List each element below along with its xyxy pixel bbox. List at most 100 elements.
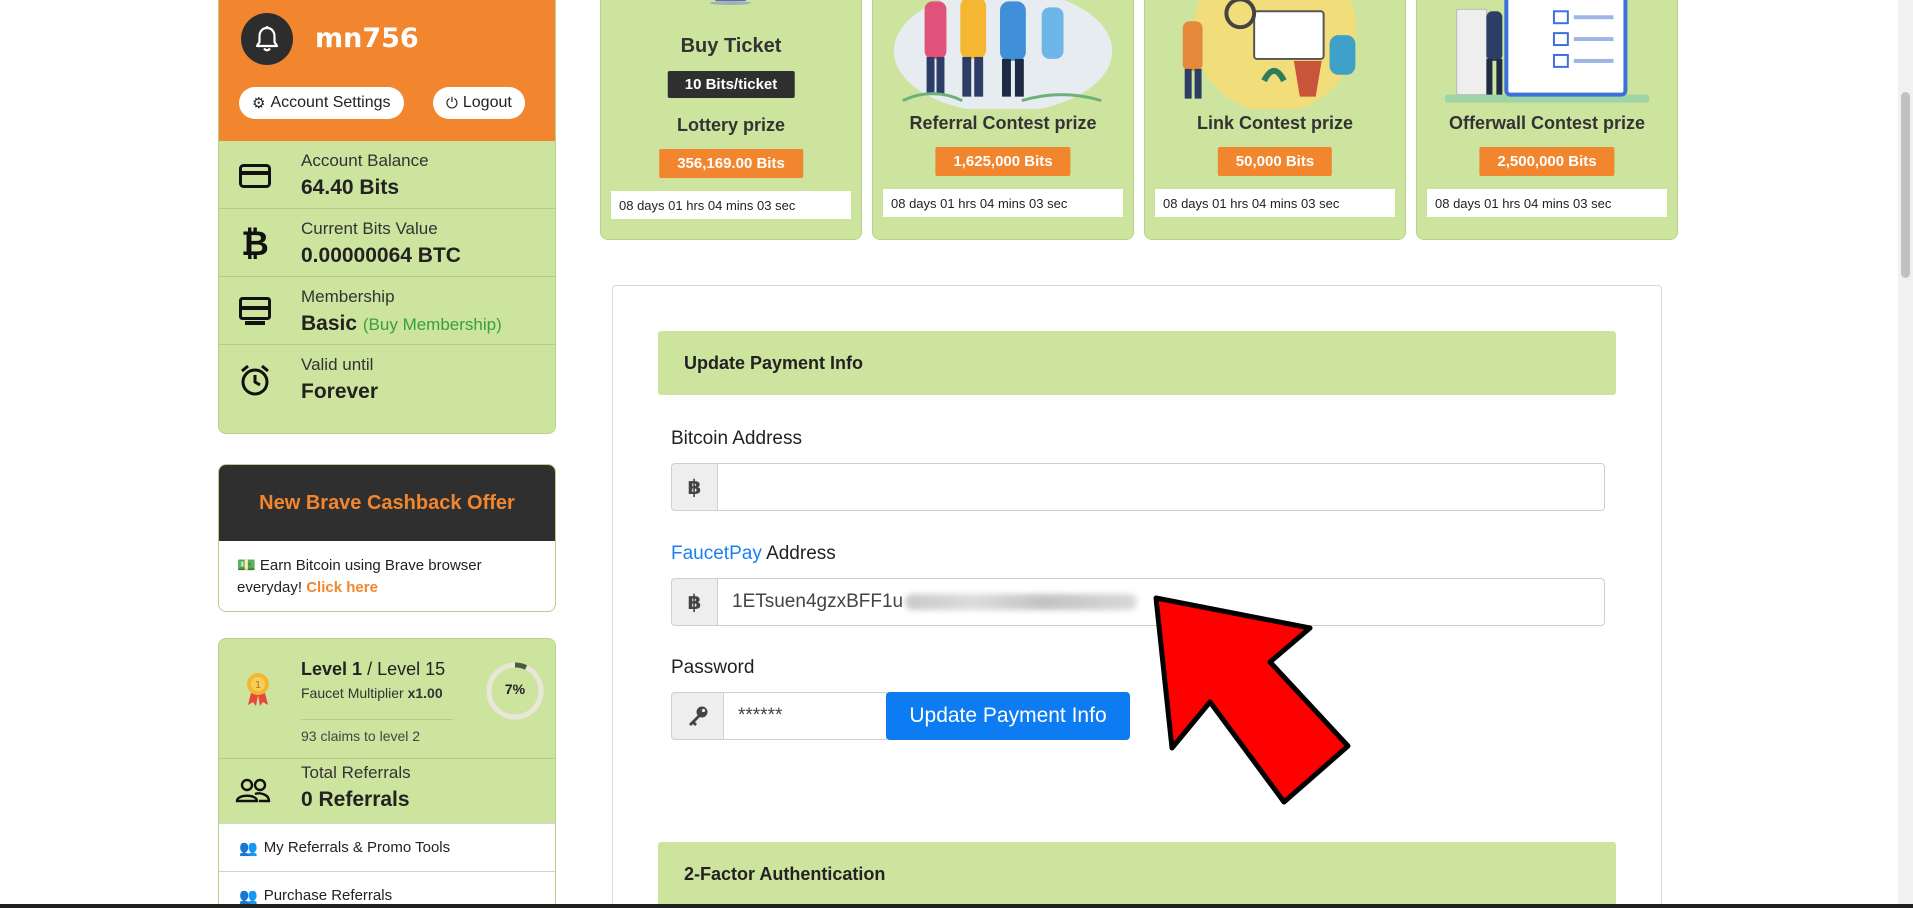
my-referrals-link[interactable]: 👥 My Referrals & Promo Tools: [219, 823, 555, 871]
users-icon: [235, 777, 271, 808]
account-settings-button[interactable]: ⚙ Account Settings: [239, 87, 404, 119]
referral-contest-title: Referral Contest prize: [909, 113, 1097, 133]
multiplier-value: x1.00: [407, 685, 443, 701]
valid-until-row: Valid until Forever: [219, 345, 555, 413]
password-group: ******: [671, 692, 887, 740]
account-settings-label: Account Settings: [270, 94, 391, 111]
membership-card-icon: [237, 295, 273, 329]
svg-text:1: 1: [255, 680, 261, 691]
lottery-prize-badge: 356,169.00 Bits: [659, 149, 803, 178]
users-solid-icon: 👥: [239, 839, 258, 857]
account-balance-value: 64.40 Bits: [301, 176, 400, 199]
logout-button[interactable]: ⏻ Logout: [433, 87, 525, 119]
settings-panel: Update Payment Info Bitcoin Address ฿ Fa…: [612, 285, 1662, 908]
buy-ticket-title: Buy Ticket: [680, 35, 782, 57]
brave-offer-card: New Brave Cashback Offer 💵 Earn Bitcoin …: [218, 464, 556, 612]
current-level: Level 1: [301, 659, 363, 679]
membership-value: Basic: [301, 312, 358, 335]
user-card: mn756 ⚙ Account Settings ⏻ Logout Accoun…: [218, 0, 556, 434]
alarm-clock-icon: [237, 363, 273, 397]
password-label: Password: [671, 657, 755, 678]
two-factor-header: 2-Factor Authentication: [658, 842, 1616, 906]
max-level: / Level 15: [367, 659, 446, 679]
bits-value: 0.00000064 BTC: [301, 244, 461, 267]
update-payment-button[interactable]: Update Payment Info: [886, 692, 1130, 740]
logout-label: Logout: [462, 94, 512, 111]
brave-offer-header: New Brave Cashback Offer: [219, 465, 555, 541]
claims-to-next-level: 93 claims to level 2: [301, 719, 453, 744]
lottery-card: Buy Ticket 10 Bits/ticket Lottery prize …: [600, 0, 862, 240]
level-progress-text: 7%: [504, 681, 526, 697]
link-contest-illustration: [1182, 0, 1357, 109]
referral-contest-timer: 08 days 01 hrs 04 mins 03 sec: [883, 189, 1123, 217]
credit-card-icon: [237, 159, 273, 193]
power-icon: ⏻: [446, 94, 458, 112]
bits-value-label: Current Bits Value: [301, 219, 438, 238]
brave-offer-title: New Brave Cashback Offer: [259, 491, 515, 514]
offerwall-contest-card: Offerwall Contest prize 2,500,000 Bits 0…: [1416, 0, 1678, 240]
update-payment-header: Update Payment Info: [658, 331, 1616, 395]
level-text: Level 1 / Level 15: [301, 659, 445, 680]
level-row: 1 Level 1 / Level 15 Faucet Multiplier x…: [219, 639, 555, 759]
vertical-scrollbar[interactable]: [1898, 0, 1913, 908]
faucetpay-address-group: ฿ 1ETsuen4gzxBFF1u: [671, 578, 1605, 626]
total-referrals-value: 0 Referrals: [301, 788, 410, 811]
ticket-illustration: [709, 0, 752, 5]
bitcoin-icon: ฿: [671, 578, 717, 626]
offerwall-contest-timer: 08 days 01 hrs 04 mins 03 sec: [1427, 189, 1667, 217]
password-input[interactable]: ******: [723, 692, 887, 740]
ticket-price-badge: 10 Bits/ticket: [667, 71, 795, 98]
lottery-prize-label: Lottery prize: [676, 115, 786, 135]
key-icon: [671, 692, 723, 740]
bitcoin-address-input[interactable]: [717, 463, 1605, 511]
brave-offer-body: 💵 Earn Bitcoin using Brave browser every…: [219, 541, 555, 611]
purchase-referrals-label: Purchase Referrals: [263, 887, 393, 904]
money-icon: 💵: [237, 557, 256, 574]
offerwall-contest-title: Offerwall Contest prize: [1448, 113, 1646, 133]
account-balance-row: Account Balance 64.40 Bits: [219, 141, 555, 209]
faucet-multiplier: Faucet Multiplier x1.00: [301, 685, 443, 701]
total-referrals-label: Total Referrals: [301, 763, 411, 782]
page: mn756 ⚙ Account Settings ⏻ Logout Accoun…: [0, 0, 1913, 908]
link-contest-timer: 08 days 01 hrs 04 mins 03 sec: [1155, 189, 1395, 217]
user-header: mn756 ⚙ Account Settings ⏻ Logout: [219, 0, 555, 141]
account-balance-label: Account Balance: [301, 151, 429, 170]
red-arrow-annotation: [1153, 595, 1351, 805]
faucetpay-label-text: Address: [766, 543, 836, 564]
multiplier-label: Faucet Multiplier: [301, 685, 404, 701]
referral-contest-prize: 1,625,000 Bits: [935, 147, 1071, 176]
link-contest-title: Link Contest prize: [1196, 113, 1353, 133]
users-solid-icon: 👥: [239, 887, 258, 905]
link-contest-card: Link Contest prize 50,000 Bits 08 days 0…: [1144, 0, 1406, 240]
notification-bell-icon[interactable]: [241, 13, 293, 65]
bitcoin-address-group: ฿: [671, 463, 1605, 511]
bitcoin-icon: ₿: [241, 224, 269, 263]
valid-until-value: Forever: [301, 380, 379, 403]
faucetpay-address-label: FaucetPay Address: [671, 543, 836, 565]
medal-icon: 1: [245, 671, 271, 712]
link-contest-prize: 50,000 Bits: [1217, 147, 1333, 176]
scrollbar-thumb[interactable]: [1901, 92, 1910, 278]
membership-label: Membership: [301, 287, 395, 306]
purchase-referrals-link[interactable]: 👥 Purchase Referrals: [219, 871, 555, 908]
offerwall-contest-illustration: [1444, 0, 1650, 103]
username: mn756: [315, 23, 419, 54]
faucetpay-link[interactable]: FaucetPay: [671, 543, 762, 564]
bottom-edge: [0, 904, 1913, 908]
lottery-timer: 08 days 01 hrs 04 mins 03 sec: [611, 191, 851, 219]
bits-value-row: ₿ Current Bits Value 0.00000064 BTC: [219, 209, 555, 277]
membership-row: Membership Basic (Buy Membership): [219, 277, 555, 345]
referral-contest-illustration: [893, 0, 1113, 109]
total-referrals-row: Total Referrals 0 Referrals: [219, 759, 555, 823]
membership-value-wrap: Basic (Buy Membership): [301, 312, 502, 336]
buy-membership-link[interactable]: (Buy Membership): [363, 315, 502, 334]
bitcoin-address-label: Bitcoin Address: [671, 428, 802, 449]
bitcoin-icon: ฿: [671, 463, 717, 511]
level-card: 1 Level 1 / Level 15 Faucet Multiplier x…: [218, 638, 556, 908]
brave-click-here-link[interactable]: Click here: [306, 579, 378, 596]
blurred-address-redaction: [905, 594, 1138, 610]
my-referrals-label: My Referrals & Promo Tools: [263, 839, 451, 856]
gear-icon: ⚙: [252, 95, 266, 112]
faucetpay-address-value: 1ETsuen4gzxBFF1u: [732, 591, 904, 612]
referral-contest-card: Referral Contest prize 1,625,000 Bits 08…: [872, 0, 1134, 240]
